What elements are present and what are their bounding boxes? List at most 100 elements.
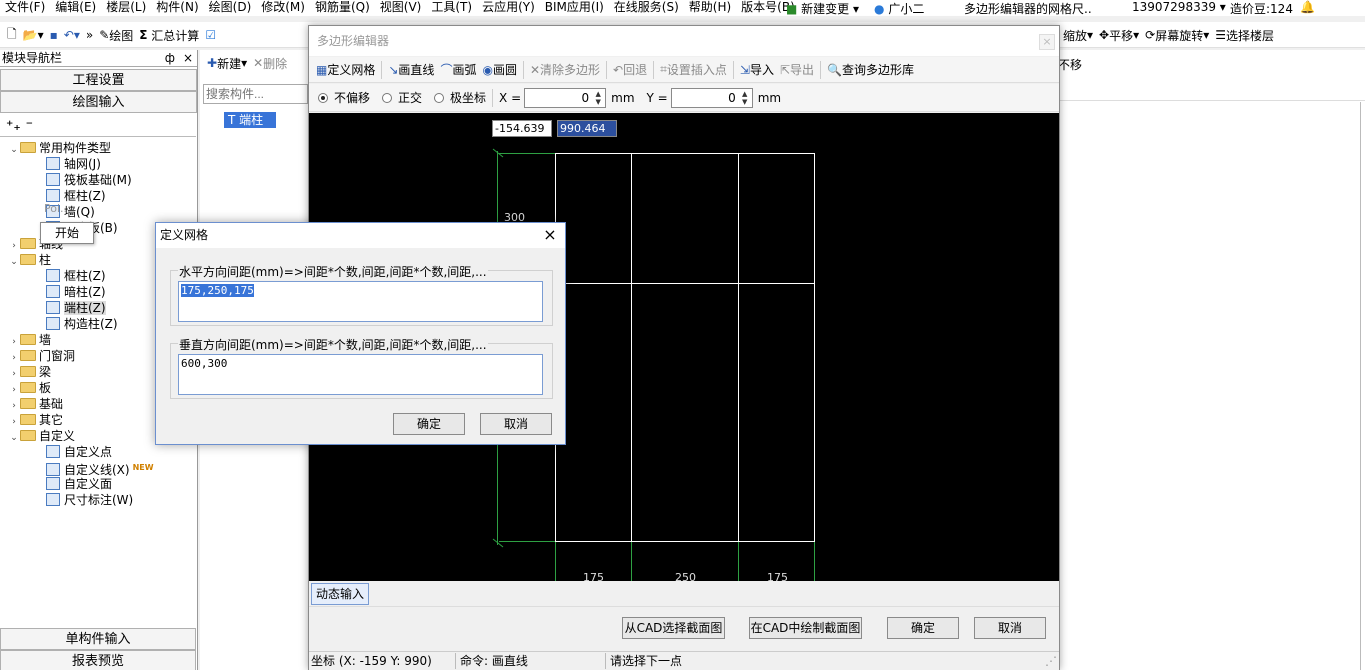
component-item-selected[interactable]: T 端柱 <box>224 112 276 128</box>
delete-component-button[interactable]: ✕ 删除 <box>250 52 290 74</box>
user-phone[interactable]: 13907298339 ▾ <box>1132 0 1226 14</box>
query-polygon-library-button[interactable]: 🔍 查询多边形库 <box>824 59 917 81</box>
expand-collapse-icons[interactable]: ⁺₊ ⁻ <box>6 118 33 134</box>
tree-item[interactable]: 轴网(J) <box>0 156 196 172</box>
cad-draw-section-button[interactable]: 在CAD中绘制截面图 <box>749 617 862 639</box>
project-settings-button[interactable]: 工程设置 <box>0 69 197 91</box>
menu-item[interactable]: 云应用(Y) <box>477 1 540 16</box>
resize-grip-icon[interactable]: ⋰ <box>1045 652 1057 670</box>
folder-icon <box>20 366 36 377</box>
tree-label: 常用构件类型 <box>39 141 112 155</box>
export-button[interactable]: ⇱ 导出 <box>777 59 817 81</box>
divider <box>455 653 456 669</box>
single-component-input-button[interactable]: 单构件输入 <box>0 628 196 650</box>
tree-label: 暗柱(Z) <box>64 285 106 299</box>
tree-item[interactable]: 墙(Q) <box>0 204 196 220</box>
menu-item[interactable]: 帮助(H) <box>684 1 736 16</box>
tree-label: 板 <box>39 381 52 395</box>
rotate-button[interactable]: ⟳ 屏幕旋转 ▾ <box>1142 24 1212 46</box>
undo-icon[interactable]: ↶▾ <box>61 24 83 46</box>
draw-input-button[interactable]: 绘图输入 <box>0 91 197 113</box>
menu-item[interactable]: 视图(V) <box>375 1 427 16</box>
pan-button[interactable]: ✥ 平移 ▾ <box>1096 24 1142 46</box>
menu-item[interactable]: 修改(M) <box>256 1 310 16</box>
clear-polygon-button[interactable]: ✕ 清除多边形 <box>527 59 603 81</box>
horizontal-spacing-input[interactable]: 175,250,175 <box>178 281 543 322</box>
component-icon <box>46 445 60 458</box>
search-icon: 🔍 <box>827 62 843 77</box>
folder-icon <box>20 398 36 409</box>
component-icon <box>46 493 60 506</box>
cancel-button[interactable]: 取消 <box>480 413 552 435</box>
menu-item[interactable]: 绘图(D) <box>204 1 257 16</box>
radio-checked-icon <box>318 92 328 103</box>
cad-select-section-button[interactable]: 从CAD选择截面图 <box>622 617 725 639</box>
panel-close-icon[interactable]: × <box>183 50 193 66</box>
clear-icon: ✕ <box>529 62 541 77</box>
folder-icon <box>20 350 36 361</box>
menu-item[interactable]: 在线服务(S) <box>609 1 684 16</box>
import-button[interactable]: ⇲ 导入 <box>737 59 777 81</box>
define-grid-button[interactable]: ▦ 定义网格 <box>313 59 378 81</box>
tree-item[interactable]: 筏板基础(M) <box>0 172 196 188</box>
report-preview-button[interactable]: 报表预览 <box>0 650 196 670</box>
new-file-icon[interactable]: 🗋 <box>4 24 20 46</box>
tree-item[interactable]: 框柱(Z) <box>0 188 196 204</box>
check-icon[interactable]: ☑ <box>202 24 219 46</box>
dimension-label: 175 <box>583 571 604 581</box>
snap-options-bar: 不偏移 正交 极坐标 X = 0 ▲ ▼ mm Y = 0 ▲ ▼ mm <box>309 84 1059 112</box>
more-icon[interactable]: » <box>83 24 96 46</box>
draw-circle-button[interactable]: ◉ 画圆 <box>479 59 520 81</box>
component-search-input[interactable] <box>203 84 308 104</box>
dynamic-input-toggle[interactable]: 动态输入 <box>311 583 369 605</box>
close-icon[interactable]: × <box>541 226 559 244</box>
y-spinbox[interactable]: 0 ▲ ▼ <box>670 87 753 108</box>
menu-item[interactable]: 文件(F) <box>0 1 50 16</box>
tree-folder[interactable]: ⌄ 常用构件类型 <box>0 140 196 156</box>
polar-radio[interactable]: 极坐标 <box>431 87 489 109</box>
menu-item[interactable]: 楼层(L) <box>101 1 151 16</box>
start-button[interactable]: 开始 <box>40 222 94 244</box>
x-spinbox[interactable]: 0 ▲ ▼ <box>524 87 607 108</box>
export-icon: ⇱ <box>779 62 791 77</box>
save-icon[interactable]: ▪ <box>47 24 61 46</box>
zoom-button[interactable]: 缩放 ▾ <box>1060 24 1096 46</box>
close-icon[interactable]: × <box>1039 34 1055 50</box>
ok-button[interactable]: 确定 <box>887 617 959 639</box>
ok-button[interactable]: 确定 <box>393 413 465 435</box>
bell-icon[interactable]: 🔔 <box>1300 0 1315 14</box>
status-bar: 坐标 (X: -159 Y: 990) 命令: 画直线 请选择下一点 ⋰ <box>309 651 1059 670</box>
tree-item[interactable]: 尺寸标注(W) <box>0 492 196 508</box>
select-floor-button[interactable]: ☰ 选择楼层 <box>1212 24 1277 46</box>
spin-arrows-icon[interactable]: ▲ ▼ <box>592 90 604 106</box>
assistant-button[interactable]: ● 广小二 <box>874 0 924 16</box>
menu-item[interactable]: BIM应用(I) <box>540 1 609 16</box>
radio-icon <box>434 92 445 103</box>
set-insert-point-button[interactable]: ⌗ 设置插入点 <box>657 59 730 81</box>
tree-item[interactable]: 自定义面 <box>0 476 196 492</box>
tree-item[interactable]: 自定义线(X) NEW <box>0 460 196 477</box>
menu-item[interactable]: 编辑(E) <box>50 1 101 16</box>
tree-item[interactable]: 自定义点 <box>0 444 196 460</box>
draw-button[interactable]: ✎ 绘图 <box>96 24 136 46</box>
open-file-icon[interactable]: 📂▾ <box>20 24 47 46</box>
line-icon: ↘ <box>388 62 399 77</box>
undo-button[interactable]: ↶ 回退 <box>610 59 650 81</box>
new-change-menu[interactable]: ■ 新建变更 ▾ <box>786 0 859 16</box>
menu-item[interactable]: 钢筋量(Q) <box>310 1 375 16</box>
vertical-spacing-input[interactable]: 600,300 <box>178 354 543 395</box>
no-offset-radio[interactable]: 不偏移 <box>315 87 373 109</box>
coord-y-input[interactable]: 990.464 <box>557 120 617 137</box>
spin-arrows-icon[interactable]: ▲ ▼ <box>739 90 751 106</box>
coord-x-input[interactable]: -154.639 <box>492 120 552 137</box>
draw-arc-button[interactable]: ⌒ 画弧 <box>437 59 479 81</box>
ortho-radio[interactable]: 正交 <box>379 87 425 109</box>
menu-item[interactable]: 工具(T) <box>426 1 477 16</box>
sum-button[interactable]: Σ 汇总计算 <box>136 24 202 46</box>
cancel-button[interactable]: 取消 <box>974 617 1046 639</box>
pin-icon[interactable]: ф <box>165 50 175 66</box>
draw-line-button[interactable]: ↘ 画直线 <box>385 59 437 81</box>
tree-label: 其它 <box>39 413 64 427</box>
menu-item[interactable]: 构件(N) <box>151 1 203 16</box>
new-component-button[interactable]: ✚ 新建 ▾ <box>204 52 250 74</box>
